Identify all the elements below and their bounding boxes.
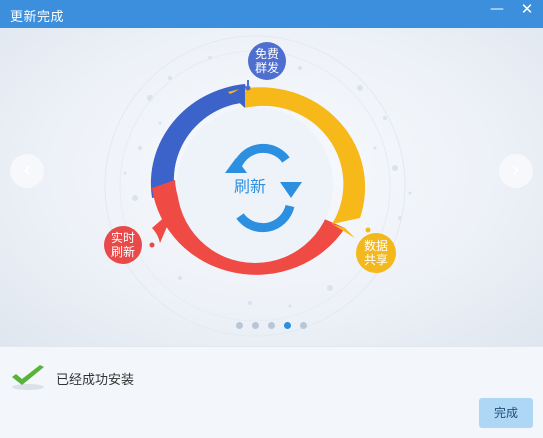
checkmark-icon [12,365,44,390]
carousel-dot-1[interactable] [236,322,243,329]
chevron-right-icon: › [511,158,521,183]
bubble-share-dot [365,227,371,233]
install-status-text: 已经成功安装 [56,373,135,388]
window-title: 更新完成 [10,10,65,25]
installer-window: 更新完成 — ✕ 刷新 ‹ › 免费 群发 实时 刷新 数据 共享 已经成功安装… [0,0,543,438]
feature-carousel: 刷新 ‹ › 免费 群发 实时 刷新 数据 共享 [0,28,543,346]
carousel-dot-5[interactable] [300,322,307,329]
feature-bubble-realtime: 实时 刷新 [104,226,142,264]
feature-bubble-share: 数据 共享 [356,233,396,273]
close-icon[interactable]: ✕ [513,0,541,20]
carousel-dot-3[interactable] [268,322,275,329]
footer-bar: 已经成功安装 完成 [0,346,543,438]
minimize-icon[interactable]: — [483,0,511,20]
carousel-dot-4[interactable] [284,322,291,329]
bubble-free-dot [245,85,251,91]
bubble-realtime-dot [149,242,155,248]
refresh-label: 刷新 [234,177,266,196]
feature-bubble-free: 免费 群发 [248,42,286,80]
carousel-next-button[interactable]: › [499,154,533,188]
carousel-prev-button[interactable]: ‹ [10,154,44,188]
done-button[interactable]: 完成 [479,398,533,428]
carousel-dot-2[interactable] [252,322,259,329]
carousel-indicator [0,322,543,332]
title-bar: 更新完成 — ✕ [0,0,543,28]
chevron-left-icon: ‹ [22,158,32,183]
